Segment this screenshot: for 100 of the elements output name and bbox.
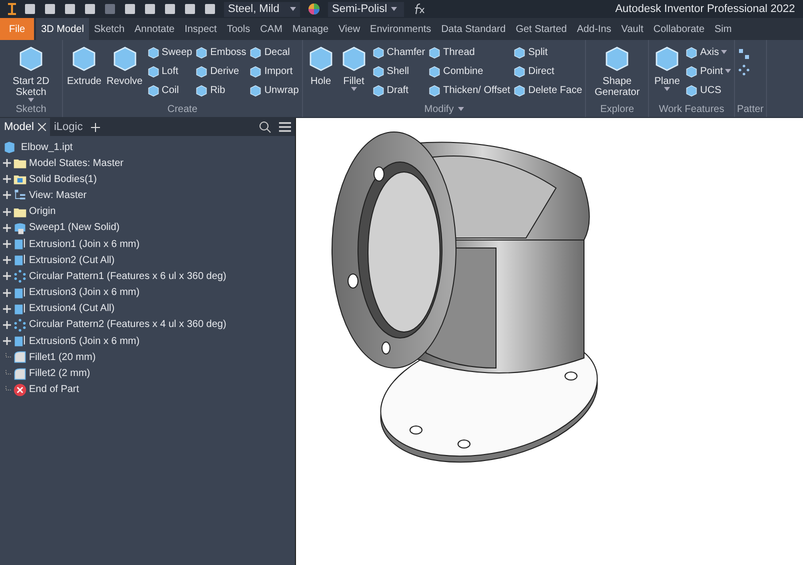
ribbon-button[interactable]: Draft [372, 82, 426, 98]
tree-item[interactable]: View: Master [29, 188, 87, 203]
ribbon-tab[interactable]: Inspect [180, 18, 222, 40]
browser-tab[interactable]: Model [0, 118, 50, 136]
ribbon-tab[interactable]: View [334, 18, 366, 40]
ribbon-large-button[interactable]: Revolve [105, 44, 144, 87]
ribbon-button[interactable]: Sweep [146, 44, 192, 60]
ribbon-group-label: Sketch [16, 103, 46, 117]
tree-item[interactable]: Extrusion3 (Join x 6 mm) [29, 285, 140, 300]
app-logo-icon[interactable] [8, 3, 16, 15]
tree-item[interactable]: Fillet2 (2 mm) [29, 366, 90, 382]
close-icon[interactable] [38, 123, 46, 131]
browser-tab[interactable]: iLogic [50, 118, 87, 136]
ribbon-tab[interactable]: Get Started [510, 18, 572, 40]
tree-item[interactable]: Elbow_1.ipt [21, 140, 73, 154]
tool-icon [249, 46, 262, 58]
expand-icon[interactable] [3, 272, 11, 280]
tree-item[interactable]: Origin [29, 204, 56, 220]
ribbon-large-button[interactable]: Plane [652, 44, 682, 91]
ribbon-large-button[interactable]: Fillet [338, 44, 369, 91]
ribbon-button[interactable]: Rib [195, 82, 246, 98]
menu-icon[interactable] [279, 122, 291, 132]
ribbon-large-button[interactable]: Extrude [66, 44, 102, 87]
tree-item[interactable]: Model States: Master [29, 156, 124, 171]
tree-item[interactable]: Extrusion1 (Join x 6 mm) [29, 236, 140, 252]
ribbon-button[interactable]: Chamfer [372, 44, 426, 60]
tree-item[interactable]: Circular Pattern2 (Features x 4 ul x 360 deg) [29, 317, 226, 332]
expand-icon[interactable] [3, 304, 11, 313]
ribbon-button[interactable]: Shell [372, 63, 426, 79]
expand-icon[interactable] [3, 191, 11, 200]
material-dropdown[interactable]: Steel, Mild [224, 2, 300, 16]
ribbon-button[interactable]: UCS [685, 82, 731, 98]
ribbon-button[interactable]: Loft [146, 63, 192, 79]
ribbon-group-label: Modify [424, 102, 454, 116]
tree-item[interactable]: Sweep1 (New Solid) [29, 220, 120, 236]
ribbon-button[interactable]: Point [685, 63, 731, 79]
expand-icon[interactable] [3, 320, 11, 329]
tool-icon [685, 46, 698, 58]
ribbon-group-label: Explore [600, 102, 634, 116]
ribbon-tab[interactable]: Sim [710, 18, 737, 40]
ribbon-button[interactable]: Unwrap [249, 82, 299, 98]
ribbon-button[interactable]: Split [513, 44, 582, 60]
caret-icon [290, 7, 296, 11]
tree-item[interactable]: Extrusion5 (Join x 6 mm) [29, 334, 140, 349]
expand-icon[interactable] [3, 175, 11, 184]
ribbon-button[interactable]: Combine [428, 63, 510, 79]
expand-icon[interactable] [3, 256, 11, 264]
ribbon-tab[interactable]: Environments [365, 18, 436, 40]
ribbon-button[interactable]: Delete Face [513, 82, 582, 98]
ribbon-tab[interactable]: Sketch [88, 18, 130, 40]
tool-icon [195, 46, 208, 58]
window-title: Autodesk Inventor Professional 2022 [615, 2, 795, 17]
color-wheel-icon[interactable] [308, 3, 320, 15]
ribbon-tab[interactable]: Vault [616, 18, 648, 40]
tree-item[interactable]: Extrusion4 (Cut All) [29, 301, 115, 316]
ribbon-button[interactable]: Thicken/ Offset [428, 82, 510, 98]
tree-item[interactable]: Extrusion2 (Cut All) [29, 252, 115, 268]
ribbon-tab[interactable]: Tools [222, 18, 256, 40]
ribbon-button[interactable]: Derive [195, 63, 246, 79]
appearance-dropdown[interactable]: Semi-Polisl [328, 2, 404, 16]
ribbon-button[interactable]: Direct [513, 63, 582, 79]
ribbon-large-button[interactable]: Shape Generator [589, 44, 646, 98]
expand-icon[interactable] [3, 240, 11, 248]
ribbon-tab[interactable]: Data Standard [436, 18, 511, 40]
ribbon-tab[interactable]: CAM [255, 18, 288, 40]
ribbon-tab[interactable]: Collaborate [648, 18, 710, 40]
ribbon-large-button[interactable]: Hole [306, 44, 336, 87]
tool-icon [195, 64, 208, 78]
expand-icon[interactable] [3, 337, 11, 346]
dots-circle-icon[interactable] [738, 64, 750, 76]
ribbon-large-button[interactable]: Start 2D Sketch [3, 44, 59, 102]
tree-item[interactable]: Fillet1 (20 mm) [29, 350, 96, 365]
expand-icon[interactable] [3, 208, 11, 216]
expand-icon[interactable] [3, 159, 11, 168]
tool-icon [685, 64, 698, 78]
model-canvas[interactable] [296, 118, 803, 565]
ribbon-tab[interactable]: Annotate [130, 18, 180, 40]
tree-item[interactable]: Solid Bodies(1) [29, 172, 97, 187]
expand-icon[interactable] [3, 288, 11, 297]
ribbon-button[interactable]: Coil [146, 82, 192, 98]
fillet-icon [13, 350, 27, 364]
ribbon-tab[interactable]: Add-Ins [572, 18, 616, 40]
tool-icon [249, 84, 262, 96]
ribbon-button[interactable]: Emboss [195, 44, 246, 60]
tool-icon [249, 64, 262, 78]
tree-item[interactable]: Circular Pattern1 (Features x 6 ul x 360 deg) [29, 268, 226, 284]
ribbon-button[interactable]: Import [249, 63, 299, 79]
caret-icon [391, 7, 398, 11]
dots-circle-icon [13, 318, 27, 332]
formula-icon[interactable] [412, 3, 426, 15]
ribbon-button[interactable]: Thread [428, 44, 510, 60]
plus-icon[interactable] [90, 122, 100, 132]
ribbon-button[interactable]: Decal [249, 44, 299, 60]
search-icon[interactable] [259, 121, 271, 133]
expand-icon[interactable] [3, 224, 11, 232]
ribbon-tab[interactable]: Manage [287, 18, 334, 40]
ribbon-button[interactable]: Axis [685, 44, 731, 60]
ribbon-tab[interactable]: 3D Model [36, 18, 89, 40]
grid-icon[interactable] [738, 48, 750, 60]
tree-item[interactable]: End of Part [29, 382, 80, 398]
